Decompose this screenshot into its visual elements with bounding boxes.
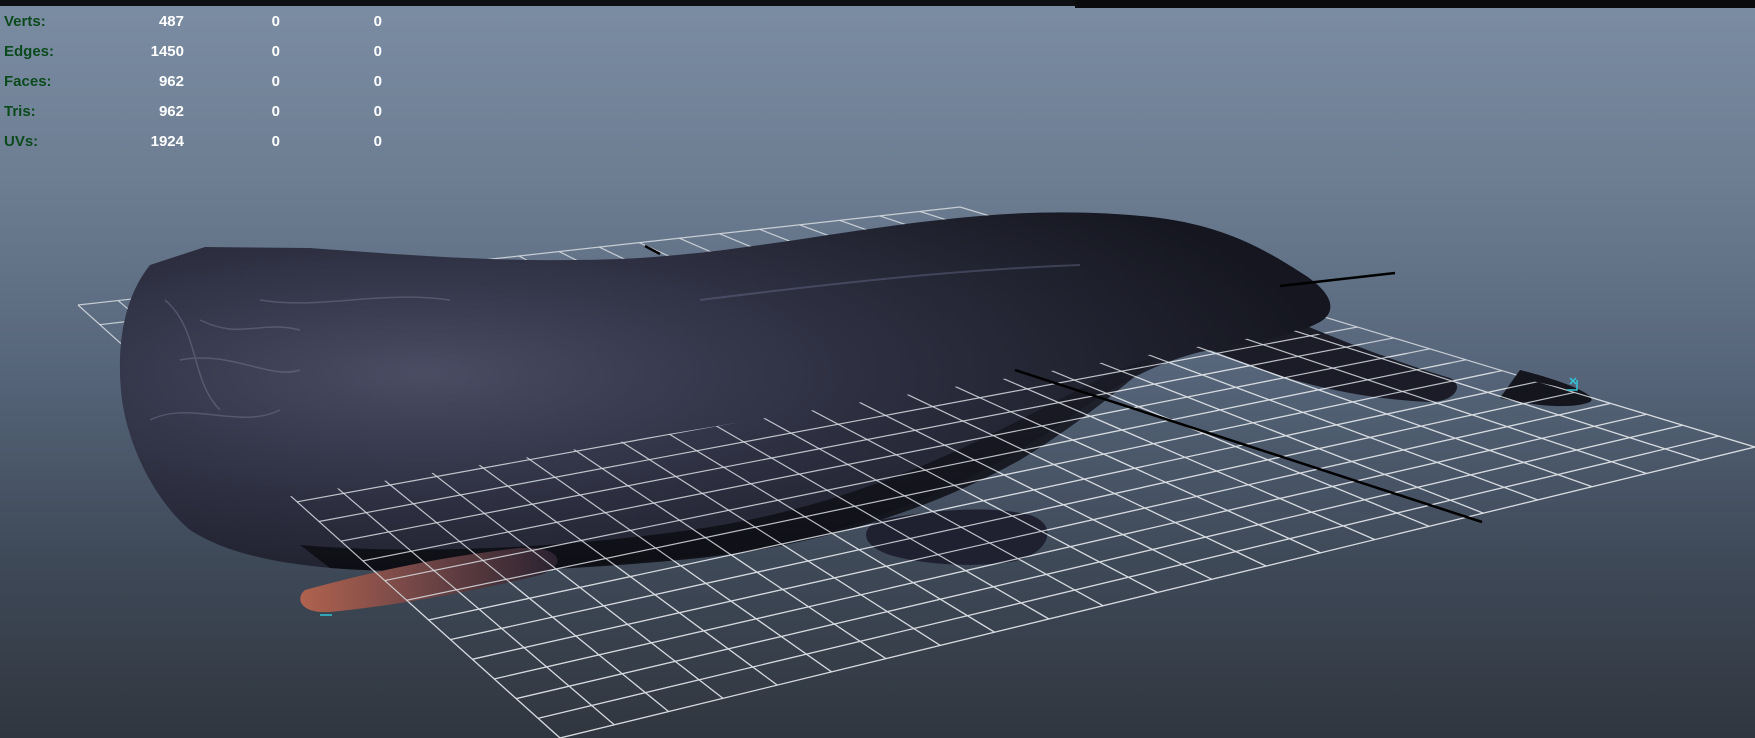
hud-value: 0 [271, 103, 280, 120]
whale-model[interactable] [119, 212, 1592, 613]
hud-value: 0 [373, 43, 382, 60]
hud-value: 487 [158, 13, 184, 30]
hud-value: 0 [271, 13, 280, 30]
hud-value: 0 [373, 73, 382, 90]
hud-row: Edges: 1450 0 0 [4, 37, 384, 67]
hud-label: UVs: [4, 133, 39, 150]
hud-row: UVs: 1924 0 0 [4, 127, 384, 157]
hud-value: 962 [158, 103, 184, 120]
hud-label: Verts: [4, 13, 46, 30]
hud-value: 0 [373, 103, 382, 120]
hud-row: Faces: 962 0 0 [4, 67, 384, 97]
whale-body [119, 212, 1331, 572]
hud-value: 0 [271, 133, 280, 150]
hud-value: 0 [271, 73, 280, 90]
hud-value: 0 [373, 13, 382, 30]
hud-value: 962 [158, 73, 184, 90]
hud-row: Verts: 487 0 0 [4, 7, 384, 37]
poly-count-hud: Verts: 487 0 0 Edges: 1450 0 0 Faces: 962 0 0 Tris: 9… [4, 7, 384, 157]
hud-label: Faces: [4, 73, 52, 90]
hud-row: Tris: 962 0 0 [4, 97, 384, 127]
hud-value: 1924 [150, 133, 184, 150]
3d-viewport[interactable]: Verts: 487 0 0 Edges: 1450 0 0 Faces: 962 0 0 Tris: 9… [0, 0, 1755, 738]
hud-label: Tris: [4, 103, 36, 120]
grid-axis-top [644, 244, 661, 256]
hud-value: 1450 [150, 43, 184, 60]
whale-flipper-back [866, 509, 1048, 565]
hud-value: 0 [271, 43, 280, 60]
hud-value: 0 [373, 133, 382, 150]
hud-label: Edges: [4, 43, 55, 60]
